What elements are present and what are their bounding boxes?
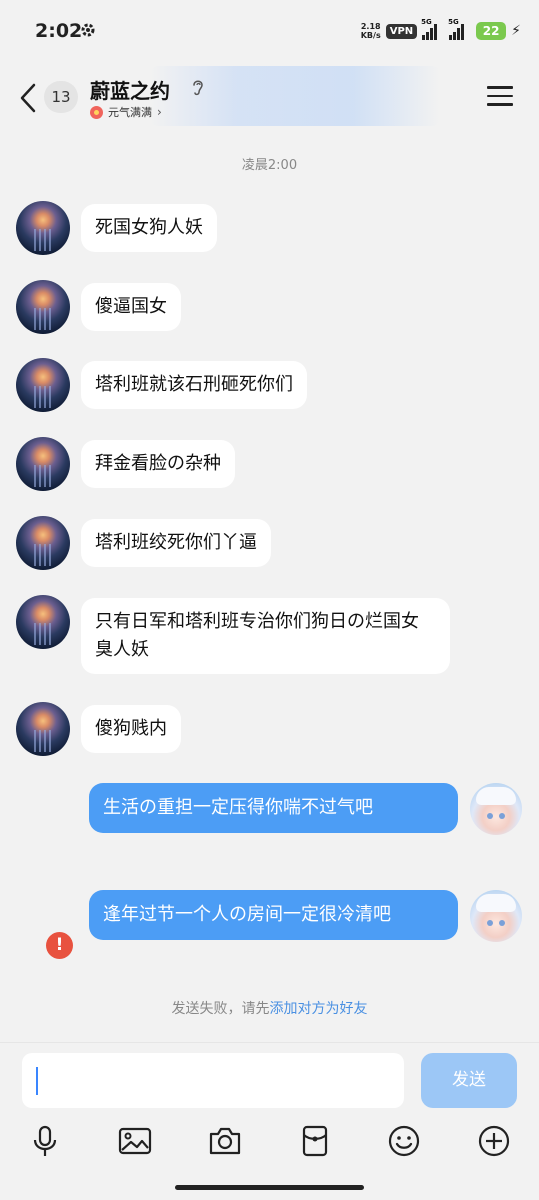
message-input[interactable] bbox=[22, 1053, 404, 1108]
red-packet-icon[interactable] bbox=[297, 1123, 333, 1159]
avatar[interactable] bbox=[16, 595, 70, 649]
signal-icon: 5G bbox=[421, 18, 444, 40]
avatar[interactable] bbox=[16, 280, 70, 334]
camera-icon[interactable] bbox=[207, 1123, 243, 1159]
status-text: 元气满满 bbox=[108, 106, 152, 119]
network-speed-unit: KB/s bbox=[360, 31, 381, 40]
message-bubble[interactable]: 傻逼国女 bbox=[81, 283, 181, 331]
message-bubble[interactable]: 傻狗贱内 bbox=[81, 705, 181, 753]
online-status[interactable]: 元气满满 › bbox=[90, 104, 162, 120]
message-bubble-outgoing[interactable]: 逢年过节一个人の房间一定很冷清吧 bbox=[89, 890, 458, 940]
status-icon bbox=[90, 105, 103, 119]
charging-icon: ⚡ bbox=[511, 23, 521, 39]
send-button[interactable]: 发送 bbox=[421, 1053, 517, 1108]
send-failed-icon[interactable]: ! bbox=[46, 932, 73, 959]
composer-toolbar bbox=[0, 1123, 539, 1163]
chevron-right-icon: › bbox=[157, 105, 162, 119]
timestamp-divider: 凌晨2:00 bbox=[241, 158, 298, 173]
composer: 发送 bbox=[0, 1042, 539, 1200]
fail-notice-text: 发送失败，请先 bbox=[171, 1001, 270, 1017]
avatar[interactable] bbox=[16, 702, 70, 756]
unread-count-badge[interactable]: 13 bbox=[44, 81, 78, 113]
status-bar: 2:02 2.18 KB/s VPN 5G 5G 22 ⚡ bbox=[0, 0, 539, 62]
network-speed-value: 2.18 bbox=[360, 22, 381, 31]
add-friend-link[interactable]: 添加对方为好友 bbox=[270, 1001, 368, 1017]
signal-label: 5G bbox=[448, 18, 459, 26]
send-failed-notice: 发送失败，请先添加对方为好友 bbox=[0, 998, 539, 1018]
emoji-icon[interactable] bbox=[386, 1123, 422, 1159]
chat-title[interactable]: 蔚蓝之约 bbox=[90, 75, 170, 104]
back-arrow-icon[interactable] bbox=[14, 80, 42, 116]
signal-label: 5G bbox=[421, 18, 432, 26]
message-bubble[interactable]: 拜金看脸の杂种 bbox=[81, 440, 235, 488]
message-bubble[interactable]: 塔利班就该石刑砸死你们 bbox=[81, 361, 307, 409]
avatar[interactable] bbox=[16, 516, 70, 570]
vpn-badge: VPN bbox=[385, 23, 418, 39]
avatar[interactable] bbox=[16, 358, 70, 412]
avatar[interactable] bbox=[470, 890, 522, 942]
message-bubble[interactable]: 塔利班绞死你们丫逼 bbox=[81, 519, 271, 567]
status-indicators: 2.18 KB/s VPN 5G 5G 22 ⚡ bbox=[361, 18, 521, 44]
image-icon[interactable] bbox=[117, 1123, 153, 1159]
home-indicator[interactable] bbox=[175, 1185, 364, 1190]
gear-icon bbox=[81, 23, 95, 37]
status-time: 2:02 bbox=[35, 20, 83, 42]
plus-icon[interactable] bbox=[476, 1123, 512, 1159]
avatar[interactable] bbox=[470, 783, 522, 835]
chat-header: 13 蔚蓝之约 元气满满 › bbox=[0, 62, 539, 134]
message-bubble-outgoing[interactable]: 生活の重担一定压得你喘不过气吧 bbox=[89, 783, 458, 833]
avatar[interactable] bbox=[16, 437, 70, 491]
microphone-icon[interactable] bbox=[27, 1123, 63, 1159]
menu-icon[interactable] bbox=[487, 86, 513, 108]
network-speed: 2.18 KB/s bbox=[361, 22, 381, 40]
ear-icon[interactable] bbox=[190, 77, 206, 97]
avatar[interactable] bbox=[16, 201, 70, 255]
signal-icon: 5G bbox=[448, 18, 471, 40]
battery-indicator: 22 bbox=[476, 22, 507, 40]
message-bubble[interactable]: 只有日军和塔利班专治你们狗日の烂国女臭人妖 bbox=[81, 598, 450, 674]
message-bubble[interactable]: 死国女狗人妖 bbox=[81, 204, 217, 252]
text-caret bbox=[36, 1067, 38, 1095]
